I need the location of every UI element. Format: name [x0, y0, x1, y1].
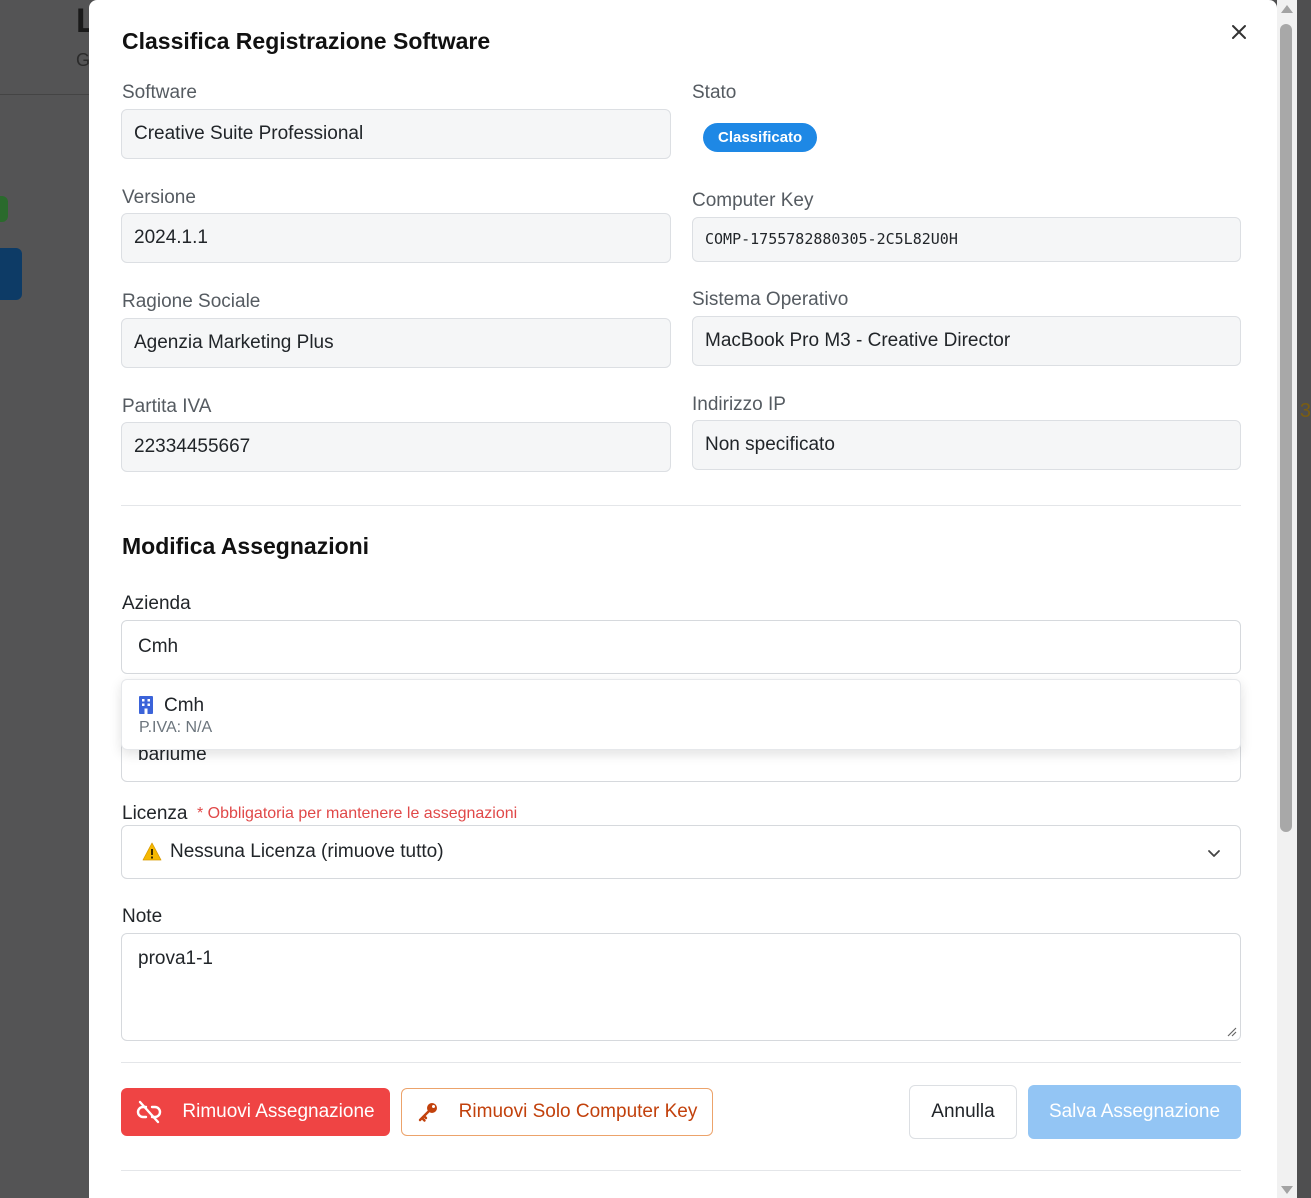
azienda-input[interactable]: Cmh	[121, 620, 1241, 674]
note-label: Note	[122, 906, 163, 927]
remove-computer-key-button[interactable]: Rimuovi Solo Computer Key	[401, 1088, 713, 1136]
divider	[121, 1170, 1241, 1171]
partita-iva-field: 22334455667	[121, 422, 671, 472]
versione-field: 2024.1.1	[121, 213, 671, 263]
background-divider	[0, 94, 90, 95]
scrollbar[interactable]	[1277, 0, 1297, 1198]
status-badge: Classificato	[703, 123, 818, 152]
remove-assignment-button[interactable]: Rimuovi Assegnazione	[121, 1088, 390, 1136]
cancel-button[interactable]: Annulla	[909, 1085, 1017, 1139]
scroll-down-icon[interactable]	[1281, 1186, 1293, 1194]
suggestion-name: Cmh	[164, 695, 205, 716]
licenza-required-note: * Obbligatoria per mantenere le assegnaz…	[197, 805, 518, 822]
suggestion-item[interactable]: Cmh P.IVA: N/A	[122, 680, 1240, 749]
indirizzo-ip-field: Non specificato	[692, 420, 1241, 470]
background-subtitle: G	[76, 50, 91, 70]
divider	[121, 505, 1241, 506]
licenza-value: Nessuna Licenza (rimuove tutto)	[170, 841, 444, 862]
note-textarea[interactable]: prova1-1	[121, 933, 1241, 1041]
licenza-label: Licenza	[122, 803, 188, 824]
scrollbar-thumb[interactable]	[1280, 24, 1292, 832]
indirizzo-ip-label: Indirizzo IP	[692, 394, 786, 415]
save-assignment-button[interactable]: Salva Assegnazione	[1028, 1085, 1241, 1139]
computer-key-label: Computer Key	[692, 190, 814, 211]
unlink-icon	[137, 1100, 162, 1124]
azienda-label: Azienda	[122, 593, 191, 614]
section-title: Modifica Assegnazioni	[122, 533, 370, 559]
versione-label: Versione	[122, 187, 196, 208]
modal-title: Classifica Registrazione Software	[122, 28, 491, 54]
ragione-sociale-field: Agenzia Marketing Plus	[121, 318, 671, 368]
sistema-operativo-label: Sistema Operativo	[692, 289, 849, 310]
software-field: Creative Suite Professional	[121, 109, 671, 159]
suggestion-piva: P.IVA: N/A	[139, 719, 213, 736]
background-sidebar	[0, 0, 90, 1198]
stato-label: Stato	[692, 82, 737, 103]
resize-handle-icon[interactable]	[1225, 1025, 1237, 1037]
licenza-select[interactable]: Nessuna Licenza (rimuove tutto)	[121, 825, 1241, 879]
key-icon	[418, 1103, 437, 1122]
remove-computer-key-label: Rimuovi Solo Computer Key	[458, 1101, 698, 1122]
partita-iva-label: Partita IVA	[122, 396, 212, 417]
background-active-nav	[0, 248, 22, 300]
azienda-suggestion-list: Cmh P.IVA: N/A	[121, 679, 1241, 750]
scroll-up-icon[interactable]	[1281, 5, 1293, 13]
chevron-down-icon	[1208, 850, 1220, 857]
background-fragment: 3	[1299, 400, 1311, 422]
classify-modal: Classifica Registrazione Software Softwa…	[89, 0, 1277, 1198]
divider	[121, 1062, 1241, 1063]
software-label: Software	[122, 82, 197, 103]
warning-icon	[142, 842, 162, 861]
computer-key-field: COMP-1755782880305-2C5L82U0H	[692, 217, 1241, 262]
sistema-operativo-field: MacBook Pro M3 - Creative Director	[692, 316, 1241, 366]
ragione-sociale-label: Ragione Sociale	[122, 291, 261, 312]
building-icon	[139, 696, 153, 714]
close-icon[interactable]	[1227, 20, 1251, 44]
remove-assignment-label: Rimuovi Assegnazione	[182, 1101, 375, 1122]
background-status-dot	[0, 196, 8, 222]
note-text: prova1-1	[138, 948, 213, 969]
